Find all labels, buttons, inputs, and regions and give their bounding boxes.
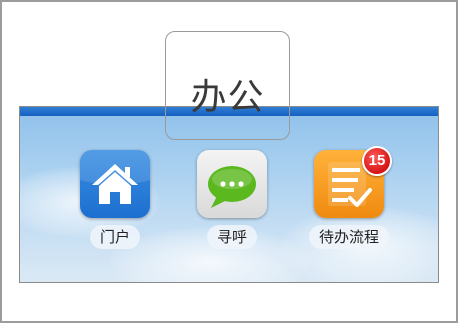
app-todo-process[interactable]: 15 待办流程 xyxy=(299,146,399,260)
section-title-box: 办公 xyxy=(165,31,290,140)
home-icon xyxy=(80,150,150,218)
section-title: 办公 xyxy=(190,77,265,118)
app-label: 待办流程 xyxy=(308,225,390,249)
app-pager[interactable]: 寻呼 xyxy=(182,150,282,260)
app-label: 门户 xyxy=(89,225,141,249)
app-portal[interactable]: 门户 xyxy=(65,150,165,260)
app-label: 寻呼 xyxy=(206,225,258,249)
chat-bubble-icon xyxy=(197,150,267,218)
notification-badge: 15 xyxy=(362,146,392,176)
